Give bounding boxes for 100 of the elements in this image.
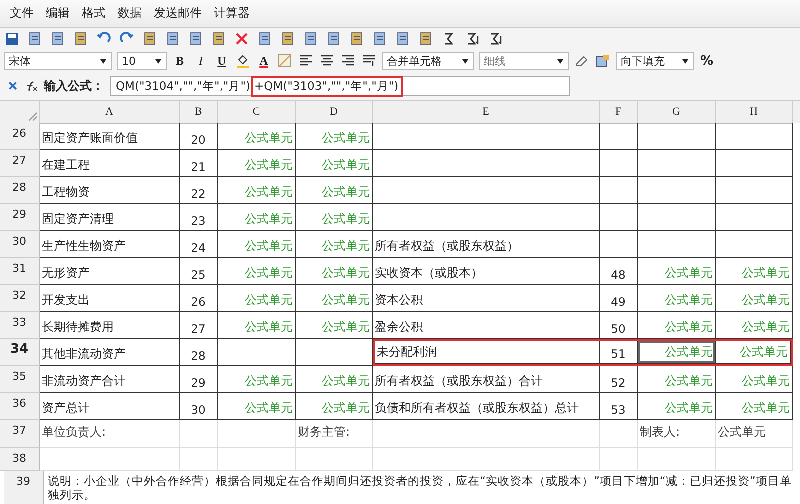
line-number-cell: 50 (600, 312, 638, 339)
column-header[interactable]: D (296, 101, 373, 124)
label-cell: 资本公积 (373, 285, 600, 312)
column-header[interactable]: F (600, 101, 638, 124)
border-style-select[interactable]: 细线 (479, 52, 569, 70)
label-cell: 在建工程 (40, 150, 180, 177)
line-number-cell: 26 (180, 285, 218, 312)
formula-cell: 公式单元 (716, 393, 793, 420)
formula-cell: 公式单元 (296, 285, 373, 312)
label-cell: 未分配利润 (375, 341, 600, 364)
line-number-cell: 28 (180, 339, 218, 366)
row-header[interactable]: 35 (0, 366, 40, 393)
formula-cell: 公式单元 (638, 312, 716, 339)
line-number-cell: 30 (180, 393, 218, 420)
formula-cell: 公式单元 (218, 231, 296, 258)
formula-cell: 公式单元 (296, 231, 373, 258)
formula-cell: 公式单元 (716, 366, 793, 393)
formula-cell: 公式单元 (716, 341, 791, 364)
menu-item[interactable]: 发送邮件 (154, 5, 202, 22)
label-cell: 其他非流动资产 (40, 339, 180, 366)
formula-cell: 公式单元 (218, 366, 296, 393)
line-number-cell: 21 (180, 150, 218, 177)
line-number-cell: 49 (600, 285, 638, 312)
label-cell: 负债和所有者权益（或股东权益）总计 (373, 393, 600, 420)
column-header[interactable]: H (716, 101, 793, 124)
line-number-cell: 52 (600, 366, 638, 393)
line-number-cell: 20 (180, 123, 218, 150)
underline-button[interactable]: U (214, 54, 230, 68)
line-number-cell: 53 (600, 393, 638, 420)
line-number-cell: 27 (180, 312, 218, 339)
column-header[interactable]: G (638, 101, 716, 124)
label-cell: 单位负责人: (40, 420, 180, 448)
formula-cell: 公式单元 (218, 312, 296, 339)
label-cell: 非流动资产合计 (40, 366, 180, 393)
menu-item[interactable]: 格式 (82, 5, 106, 22)
label-cell: 制表人: (638, 420, 716, 448)
note-text: 说明：小企业（中外合作经营）根据合同规定在合作期间归还投资者的投资，应在“实收资本（或股本）”项目下增加“减：已归还投资”项目单独列示。 (47, 473, 793, 504)
row-header[interactable]: 37 (0, 420, 40, 448)
bold-button[interactable]: B (172, 54, 188, 68)
formula-cell: 公式单元 (638, 258, 716, 285)
label-cell: 生产性生物资产 (40, 231, 180, 258)
formula-cell: 公式单元 (218, 285, 296, 312)
label-cell: 实收资本（或股本） (373, 258, 600, 285)
menu-item[interactable]: 数据 (118, 5, 142, 22)
formula-cell: 公式单元 (218, 177, 296, 204)
formula-cell: 公式单元 (638, 285, 716, 312)
menu-item[interactable]: 文件 (10, 5, 34, 22)
formula-cell: 公式单元 (218, 204, 296, 231)
formula-cell: 公式单元 (638, 366, 716, 393)
label-cell: 所有者权益（或股东权益）合计 (373, 366, 600, 393)
row-header[interactable]: 27 (0, 150, 40, 177)
formula-cell: 公式单元 (296, 312, 373, 339)
row-header[interactable]: 28 (0, 177, 40, 204)
label-cell: 资产总计 (40, 393, 180, 420)
formula-cell: 公式单元 (296, 393, 373, 420)
fill-select[interactable]: 向下填充 (616, 52, 694, 70)
menu-item[interactable]: 计算器 (214, 5, 250, 22)
formula-text: +QM("3103","","年","月") (252, 78, 401, 94)
column-header[interactable]: B (180, 101, 218, 124)
row-header[interactable]: 29 (0, 204, 40, 231)
formula-cell: 公式单元 (638, 341, 716, 364)
column-header[interactable]: C (218, 101, 296, 124)
row-header[interactable]: 30 (0, 231, 40, 258)
menu-item[interactable]: 编辑 (46, 5, 70, 22)
label-cell: 开发支出 (40, 285, 180, 312)
formula-cell: 公式单元 (716, 312, 793, 339)
formula-cell: 公式单元 (218, 393, 296, 420)
line-number-cell: 25 (180, 258, 218, 285)
label-cell: 固定资产清理 (40, 204, 180, 231)
row-header[interactable]: 36 (0, 393, 40, 420)
row-header[interactable]: 26 (0, 123, 40, 150)
label-cell: 财务主管: (296, 420, 373, 448)
formula-cell: 公式单元 (218, 258, 296, 285)
column-header[interactable]: A (40, 101, 180, 124)
formula-text: QM("3104","","年","月") (115, 78, 252, 94)
row-header[interactable]: 32 (0, 285, 40, 312)
row-header[interactable]: 38 (0, 448, 40, 471)
line-number-cell: 48 (600, 258, 638, 285)
percent-button[interactable]: % (699, 54, 715, 68)
font-color-button[interactable]: A (256, 54, 272, 68)
merge-select[interactable]: 合并单元格 (382, 52, 474, 70)
formula-cell: 公式单元 (218, 150, 296, 177)
line-number-cell: 51 (600, 341, 638, 364)
label-cell: 盈余公积 (373, 312, 600, 339)
row-header[interactable]: 34 (0, 339, 40, 366)
row-header[interactable]: 39 (4, 471, 44, 504)
label-cell: 固定资产账面价值 (40, 123, 180, 150)
formula-cell: 公式单元 (218, 123, 296, 150)
formula-cell: 公式单元 (296, 150, 373, 177)
line-number-cell: 22 (180, 177, 218, 204)
column-header[interactable]: E (373, 101, 600, 124)
formula-input[interactable]: QM("3104","","年","月") +QM("3103","","年","月") (110, 76, 570, 96)
row-header[interactable]: 33 (0, 312, 40, 339)
font-select[interactable]: 宋体 (4, 52, 112, 70)
formula-cell: 公式单元 (638, 393, 716, 420)
row-header[interactable]: 31 (0, 258, 40, 285)
line-number-cell: 23 (180, 204, 218, 231)
italic-button[interactable]: I (193, 54, 209, 68)
formula-cell: 公式单元 (716, 258, 793, 285)
size-select[interactable]: 10 (117, 52, 167, 70)
